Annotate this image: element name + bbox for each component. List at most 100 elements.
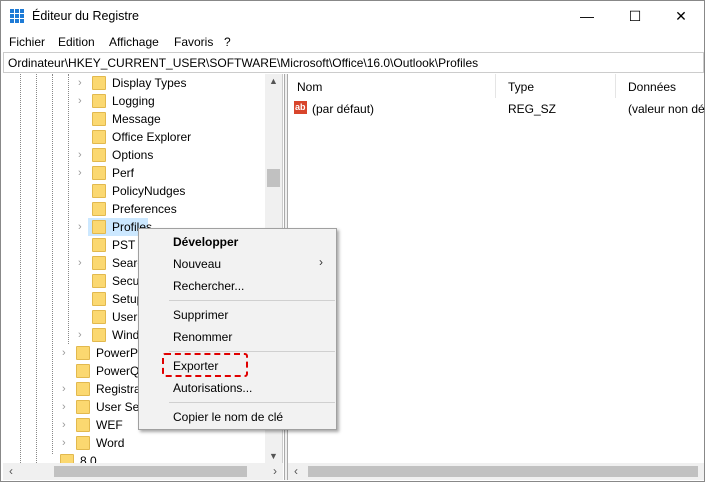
menu-fichier[interactable]: Fichier	[9, 35, 45, 49]
tree-item-label: Perf	[112, 166, 135, 180]
scroll-left-icon[interactable]: ‹	[294, 464, 298, 478]
tree-item[interactable]: › Perf	[3, 164, 265, 182]
folder-icon	[92, 166, 106, 180]
tree-item-label: Office Explorer	[112, 130, 192, 144]
tree-item-label: 8.0	[80, 454, 97, 463]
folder-icon	[92, 202, 106, 216]
tree-item-label: PolicyNudges	[112, 184, 186, 198]
values-hscroll-thumb[interactable]	[308, 466, 698, 477]
tree-item[interactable]: Office Explorer	[3, 128, 265, 146]
folder-icon	[92, 256, 106, 270]
value-data: (valeur non dé	[628, 102, 705, 116]
folder-icon	[92, 130, 106, 144]
scroll-up-icon[interactable]: ▲	[269, 76, 278, 86]
exporter-highlight	[162, 353, 248, 377]
regedit-icon	[10, 9, 24, 23]
tree-item-label: PowerQ	[96, 364, 140, 378]
expand-chevron-icon[interactable]: ›	[62, 380, 66, 398]
folder-icon	[92, 76, 106, 90]
tree-item[interactable]: PolicyNudges	[3, 182, 265, 200]
menu-item-supprimer[interactable]: Supprimer	[173, 308, 228, 322]
menu-edition[interactable]: Edition	[58, 35, 95, 49]
expand-chevron-icon[interactable]: ›	[78, 254, 82, 272]
folder-icon	[76, 418, 90, 432]
expand-chevron-icon[interactable]: ›	[78, 326, 82, 344]
registry-editor-window: Éditeur du Registre — ☐ ✕ Fichier Editio…	[0, 0, 705, 482]
title-bar: Éditeur du Registre — ☐ ✕	[1, 1, 705, 31]
folder-icon	[92, 112, 106, 126]
tree-item-label: Options	[112, 148, 154, 162]
column-divider[interactable]	[495, 74, 496, 98]
column-divider[interactable]	[615, 74, 616, 98]
tree-item-label: Secu	[112, 274, 140, 288]
menu-item-nouveau[interactable]: Nouveau	[173, 257, 221, 271]
tree-item-label: Word	[96, 436, 125, 450]
expand-chevron-icon[interactable]: ›	[78, 92, 82, 110]
close-button[interactable]: ✕	[658, 1, 704, 31]
maximize-button[interactable]: ☐	[612, 1, 658, 31]
menu-item-renommer[interactable]: Renommer	[173, 330, 232, 344]
tree-item-label: Logging	[112, 94, 155, 108]
value-row[interactable]: ab (par défaut) REG_SZ (valeur non dé	[288, 100, 705, 118]
tree-item[interactable]: › Logging	[3, 92, 265, 110]
folder-icon	[92, 328, 106, 342]
tree-item[interactable]: › Options	[3, 146, 265, 164]
expand-chevron-icon[interactable]: ›	[62, 344, 66, 362]
expand-chevron-icon[interactable]: ›	[62, 434, 66, 452]
expand-chevron-icon[interactable]: ›	[78, 218, 82, 236]
column-nom[interactable]: Nom	[297, 80, 322, 94]
folder-icon	[92, 310, 106, 324]
value-type: REG_SZ	[508, 102, 557, 116]
menu-item-copier-nom-cle[interactable]: Copier le nom de clé	[173, 410, 283, 424]
folder-icon	[76, 436, 90, 450]
expand-chevron-icon[interactable]: ›	[62, 398, 66, 416]
window-title: Éditeur du Registre	[32, 9, 140, 23]
folder-icon	[76, 346, 90, 360]
tree-item-label: Preferences	[112, 202, 177, 216]
folder-icon	[92, 238, 106, 252]
folder-icon	[92, 292, 106, 306]
string-value-icon: ab	[294, 101, 307, 114]
tree-item-label: WEF	[96, 418, 123, 432]
menu-separator	[169, 351, 335, 352]
tree-item-label: Display Types	[112, 76, 187, 90]
values-pane: Nom Type Données ab (par défaut) REG_SZ …	[288, 74, 705, 463]
folder-icon	[92, 148, 106, 162]
tree-item[interactable]: 8.0	[3, 452, 265, 463]
tree-item-label: Message	[112, 112, 161, 126]
column-type[interactable]: Type	[508, 80, 534, 94]
tree-scroll-thumb[interactable]	[267, 169, 280, 187]
address-bar[interactable]: Ordinateur\HKEY_CURRENT_USER\SOFTWARE\Mi…	[3, 52, 704, 73]
menu-item-developper[interactable]: Développer	[173, 235, 238, 249]
expand-chevron-icon[interactable]: ›	[78, 74, 82, 92]
tree-item[interactable]: › Display Types	[3, 74, 265, 92]
folder-icon	[76, 382, 90, 396]
expand-chevron-icon[interactable]: ›	[78, 164, 82, 182]
folder-icon	[76, 364, 90, 378]
menu-bar: Fichier Edition Affichage Favoris ?	[1, 32, 705, 52]
column-donnees[interactable]: Données	[628, 80, 676, 94]
tree-item[interactable]: › Word	[3, 434, 265, 452]
folder-icon	[92, 220, 106, 234]
menu-item-rechercher[interactable]: Rechercher...	[173, 279, 244, 293]
folder-icon	[92, 274, 106, 288]
scroll-down-icon[interactable]: ▼	[269, 451, 278, 461]
expand-chevron-icon[interactable]: ›	[78, 146, 82, 164]
menu-item-autorisations[interactable]: Autorisations...	[173, 381, 252, 395]
menu-help[interactable]: ?	[224, 35, 231, 49]
tree-item[interactable]: Message	[3, 110, 265, 128]
folder-icon	[92, 94, 106, 108]
menu-favoris[interactable]: Favoris	[174, 35, 213, 49]
folder-icon	[76, 400, 90, 414]
tree-hscroll-thumb[interactable]	[54, 466, 247, 477]
menu-separator	[169, 402, 335, 403]
tree-item-label: UserI	[112, 310, 141, 324]
scroll-right-icon[interactable]: ›	[273, 464, 277, 478]
folder-icon	[60, 454, 74, 463]
menu-affichage[interactable]: Affichage	[109, 35, 159, 49]
tree-item[interactable]: Preferences	[3, 200, 265, 218]
expand-chevron-icon[interactable]: ›	[62, 416, 66, 434]
minimize-button[interactable]: —	[564, 1, 610, 31]
scroll-left-icon[interactable]: ‹	[9, 464, 13, 478]
tree-item-label: PST	[112, 238, 136, 252]
